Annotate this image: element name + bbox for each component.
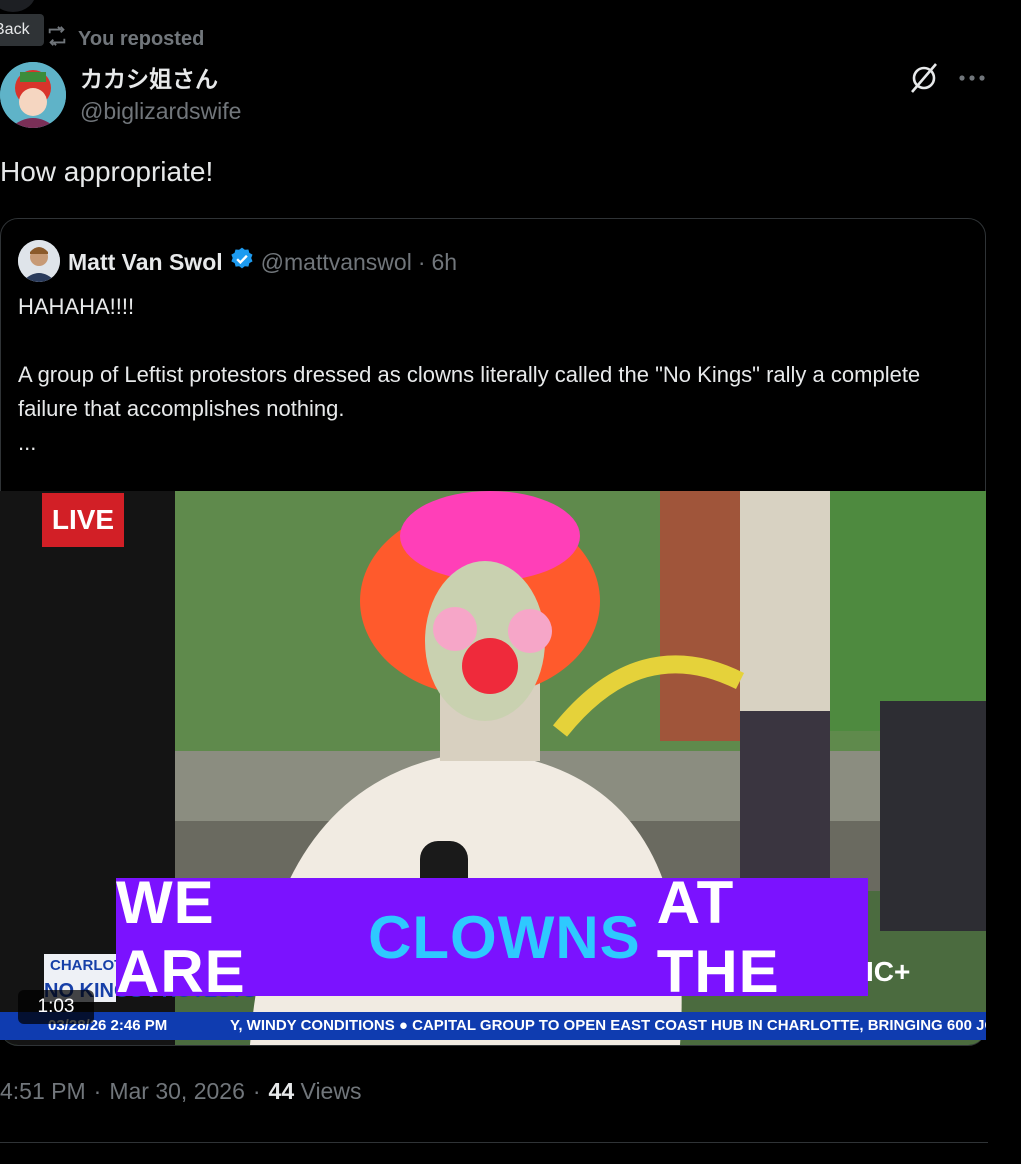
caption-highlight: CLOWNS bbox=[368, 903, 641, 971]
more-options-icon[interactable] bbox=[956, 60, 988, 96]
quoted-tweet-time[interactable]: 6h bbox=[432, 249, 458, 276]
tweet-time[interactable]: 4:51 PM bbox=[0, 1078, 86, 1105]
tweet-meta: 4:51 PM · Mar 30, 2026 · 44 Views bbox=[0, 1078, 361, 1105]
author-avatar[interactable] bbox=[0, 62, 66, 128]
quoted-author-handle[interactable]: @mattvanswol bbox=[261, 249, 412, 276]
meta-separator-2: · bbox=[252, 1078, 261, 1104]
author-display-name[interactable]: カカシ姐さん bbox=[80, 60, 218, 94]
top-scroll-artifact bbox=[0, 0, 36, 12]
author-handle[interactable]: @biglizardswife bbox=[80, 98, 241, 125]
meta-separator-1: · bbox=[93, 1078, 102, 1104]
repost-icon bbox=[46, 25, 68, 53]
dot-separator: · bbox=[417, 248, 426, 275]
caption-post: AT THE bbox=[656, 869, 780, 1005]
repost-label: You reposted bbox=[78, 27, 205, 50]
views-label: Views bbox=[300, 1078, 362, 1104]
back-button[interactable]: Back bbox=[0, 14, 44, 46]
repost-indicator: You reposted bbox=[46, 26, 204, 52]
grok-icon[interactable] bbox=[906, 60, 942, 96]
caption-pre: WE ARE bbox=[116, 869, 246, 1005]
tweet-text: How appropriate! bbox=[0, 156, 214, 187]
quoted-author-name[interactable]: Matt Van Swol bbox=[68, 249, 223, 276]
divider bbox=[0, 1142, 988, 1143]
verified-badge-icon bbox=[229, 246, 255, 278]
video-duration: 1:03 bbox=[18, 990, 94, 1024]
live-badge: LIVE bbox=[42, 493, 124, 547]
quoted-tweet-text: HAHAHA!!!! A group of Leftist protestors… bbox=[18, 294, 921, 455]
quoted-tweet-header: Matt Van Swol @mattvanswol · 6h bbox=[68, 246, 457, 278]
video-caption: WE ARE CLOWNS AT THE bbox=[116, 869, 868, 1005]
quoted-author-avatar[interactable] bbox=[18, 240, 60, 282]
network-logo: IC+ bbox=[866, 956, 911, 987]
views-count: 44 bbox=[268, 1078, 295, 1104]
tweet-date[interactable]: Mar 30, 2026 bbox=[109, 1078, 245, 1105]
